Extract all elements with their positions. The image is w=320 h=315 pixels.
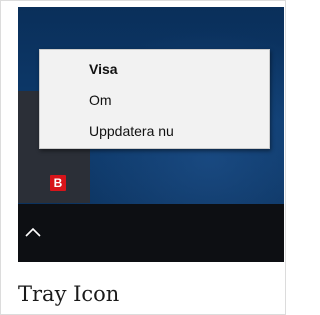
tray-context-menu: Visa Om Uppdatera nu	[39, 49, 270, 149]
figure-caption: Tray Icon	[18, 282, 120, 306]
taskbar	[18, 204, 284, 262]
desktop-screenshot: B Visa Om Uppdatera nu	[18, 7, 284, 262]
show-hidden-icons-button[interactable]	[18, 204, 46, 262]
chevron-up-icon	[25, 227, 41, 237]
figure-frame: B Visa Om Uppdatera nu Tray Icon	[0, 0, 286, 315]
menu-item-visa[interactable]: Visa	[40, 56, 269, 82]
menu-item-om[interactable]: Om	[40, 87, 269, 113]
avira-tray-icon[interactable]: B	[50, 175, 66, 191]
menu-item-uppdatera-nu[interactable]: Uppdatera nu	[40, 118, 269, 144]
